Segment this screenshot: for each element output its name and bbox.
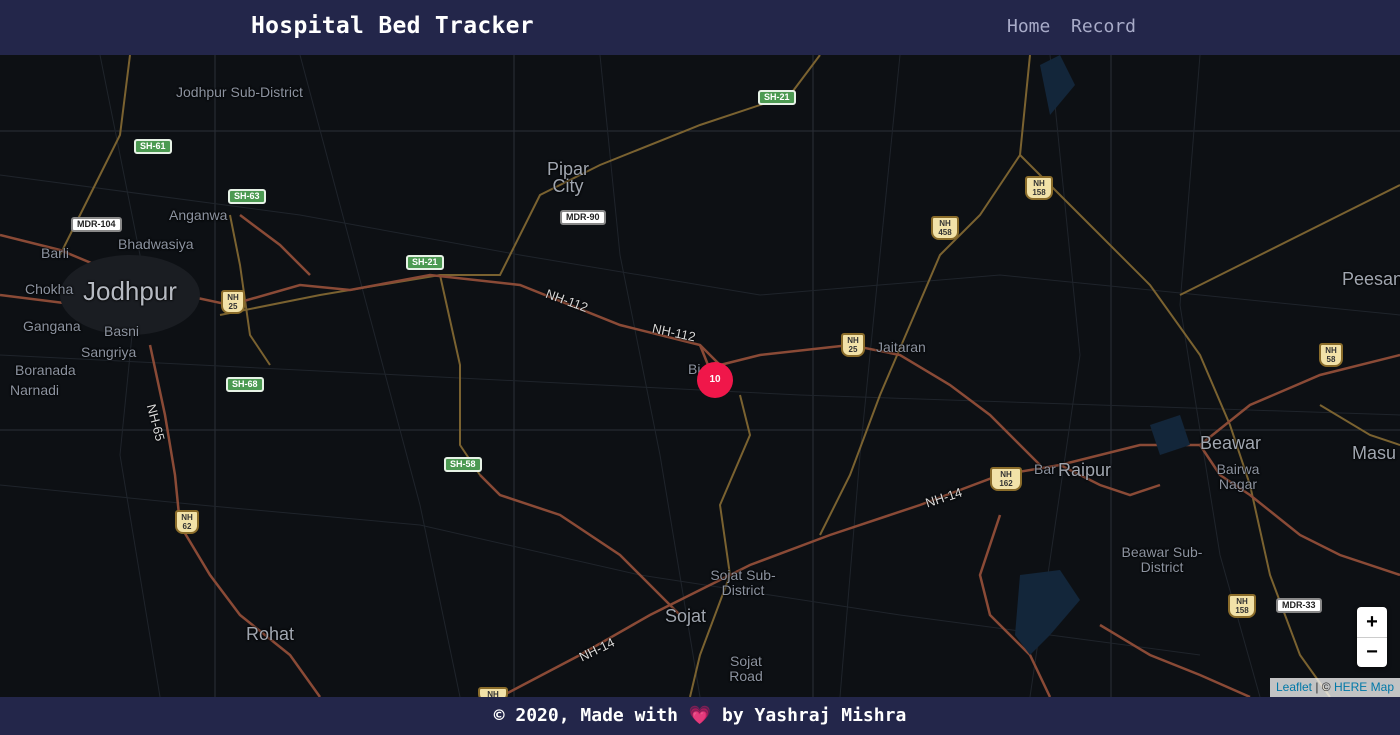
place-label: Bar (1034, 461, 1056, 477)
road-shield: SH-61 (134, 139, 172, 154)
zoom-control: + − (1357, 607, 1387, 667)
road-shield: SH-58 (444, 457, 482, 472)
nav-home-link[interactable]: Home (1007, 16, 1050, 37)
place-label: Bhadwasiya (118, 236, 194, 252)
road-shield: NH 158 (1228, 594, 1256, 618)
footer-prefix: © 2020, Made with (493, 705, 678, 726)
place-label: Chokha (25, 281, 74, 297)
road-shield: NH 458 (931, 216, 959, 240)
place-label: Anganwa (169, 207, 228, 223)
attribution-separator: | © (1312, 680, 1334, 694)
place-label: Sojat Road (729, 653, 763, 684)
road-shield: NH (478, 687, 508, 697)
here-map-link[interactable]: HERE Map (1334, 680, 1394, 694)
place-label: Beawar Sub-District (1121, 544, 1203, 575)
road-shield: MDR-90 (560, 210, 606, 225)
place-label: Sojat (665, 606, 707, 626)
road-shield: NH 162 (990, 467, 1022, 491)
heart-icon: 💗 (688, 705, 712, 726)
place-label: Jodhpur Sub-District (176, 84, 303, 100)
place-label: Barli (41, 245, 70, 261)
road-shield: NH 58 (1319, 343, 1343, 367)
place-label: Basni (104, 323, 140, 339)
app-title[interactable]: Hospital Bed Tracker (251, 13, 534, 39)
place-label: Raipur (1058, 460, 1112, 480)
place-label: Masu (1352, 443, 1397, 463)
road-shield: MDR-104 (71, 217, 122, 232)
place-label: Peesan (1342, 269, 1400, 289)
place-label: Jaitaran (876, 339, 926, 355)
leaflet-link[interactable]: Leaflet (1276, 680, 1312, 694)
place-label: Narnadi (10, 382, 60, 398)
nav-record-link[interactable]: Record (1071, 16, 1136, 37)
place-label: Beawar (1200, 433, 1262, 453)
place-label: Rohat (246, 624, 295, 644)
road-shield: SH-63 (228, 189, 266, 204)
map-attribution: Leaflet | © HERE Map (1269, 678, 1400, 697)
road-shield: NH 25 (841, 333, 865, 357)
navbar: Hospital Bed Tracker Home Record (0, 0, 1400, 55)
place-label: Pipar City (546, 159, 590, 196)
place-label: Boranada (15, 362, 76, 378)
road-shield: SH-68 (226, 377, 264, 392)
place-label: Sojat Sub-District (710, 567, 776, 598)
road-shield: NH 62 (175, 510, 199, 534)
footer: © 2020, Made with 💗 by Yashraj Mishra (0, 697, 1400, 735)
road-shield: SH-21 (758, 90, 796, 105)
hospital-cluster-marker[interactable]: 10 (697, 362, 733, 398)
zoom-in-button[interactable]: + (1357, 607, 1387, 637)
map-canvas[interactable]: Jodhpur Jodhpur Sub-District Anganwa Bha… (0, 55, 1400, 697)
place-label: Sangriya (81, 344, 137, 360)
road-shield: SH-21 (406, 255, 444, 270)
road-shield: NH 25 (221, 290, 245, 314)
place-label: Jodhpur (83, 276, 177, 306)
zoom-out-button[interactable]: − (1357, 637, 1387, 667)
road-shield: MDR-33 (1276, 598, 1322, 613)
footer-author: by Yashraj Mishra (722, 705, 907, 726)
place-label: Gangana (23, 318, 81, 334)
place-label: Bairwa Nagar (1216, 461, 1260, 492)
road-shield: NH 158 (1025, 176, 1053, 200)
